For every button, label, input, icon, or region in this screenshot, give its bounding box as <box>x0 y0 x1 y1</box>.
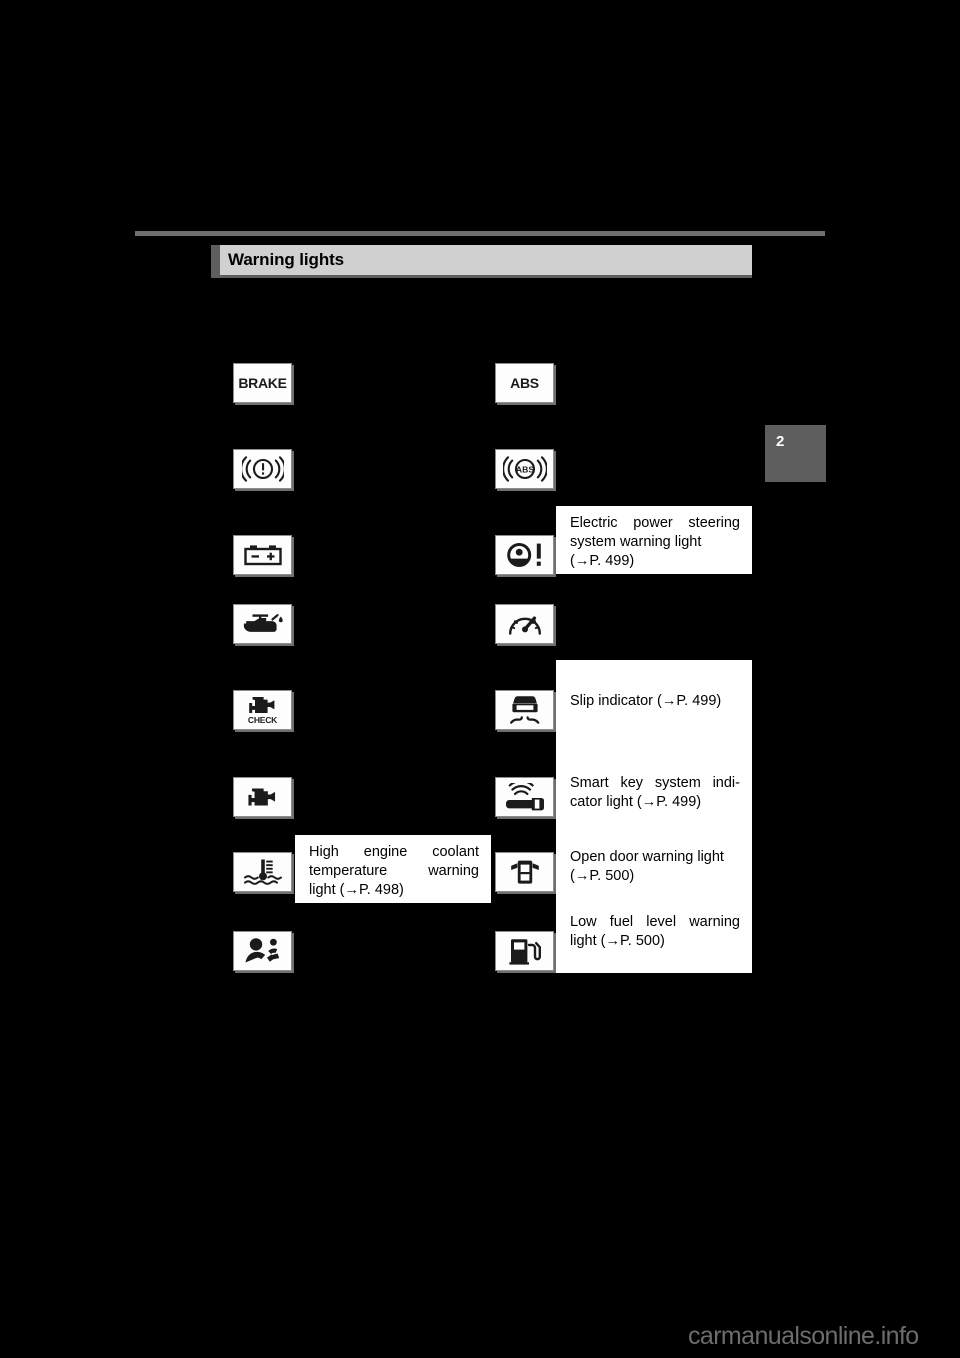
icon-low-fuel-level-warning-light <box>495 931 554 971</box>
lowfuel-line-2: light (→P. 500) <box>570 933 665 949</box>
abs-text-icon: ABS <box>510 375 539 391</box>
slip-line-1: Slip indicator (→P. 499) <box>570 693 722 709</box>
page-title: Warning lights <box>228 250 345 269</box>
icon-slip-indicator <box>495 690 554 730</box>
icon-open-door-warning-light <box>495 852 554 892</box>
icon-smart-key-system-indicator-light <box>495 777 554 817</box>
site-watermark: carmanualsonline.info <box>688 1322 919 1350</box>
airbag-occupant-icon <box>245 938 279 963</box>
eps-line-2: system warning light <box>570 534 702 550</box>
engine-block-icon <box>248 697 274 714</box>
header-rule <box>135 231 825 236</box>
icon-speedometer-warning-light <box>495 604 554 644</box>
icon-srs-airbag-warning-light <box>233 931 292 971</box>
coolant-thermometer-icon <box>243 859 282 885</box>
icon-abs-warning-light-symbol: ABS <box>495 449 554 489</box>
check-text-icon: CHECK <box>247 715 278 726</box>
icon-malfunction-indicator-lamp <box>233 777 292 817</box>
open-door-car-icon <box>510 860 539 884</box>
opendoor-line-1: Open door warning light <box>570 849 724 865</box>
brake-text-icon: BRAKE <box>238 375 287 391</box>
smart-key-icon <box>505 783 544 811</box>
icon-electric-power-steering-warning-light <box>495 535 554 575</box>
steering-wheel-exclamation-icon <box>506 543 541 567</box>
smartkey-line-2: cator light (→P. 499) <box>570 794 702 810</box>
icon-low-engine-oil-pressure-warning-light <box>233 604 292 644</box>
engine-block-icon <box>247 788 275 806</box>
eps-line-1: Electric power steering <box>570 515 740 531</box>
abs-circle-icon: ABS <box>502 456 547 482</box>
icon-charging-system-warning-light <box>233 535 292 575</box>
speedometer-icon <box>508 616 541 635</box>
caption-electric-power-steering: Electric power steering system warning l… <box>556 506 752 574</box>
caption-high-engine-coolant-temperature: High engine coolant temperature warning … <box>295 835 491 903</box>
manual-page: Warning lights 2 BRAKE CHECK ABS ABS Ele… <box>0 0 960 1358</box>
icon-brake-warning-light <box>233 449 292 489</box>
icon-engine-check-warning-light: CHECK <box>233 690 292 730</box>
svg-text:ABS: ABS <box>515 465 533 475</box>
battery-icon <box>243 545 282 566</box>
brake-circle-exclamation-icon <box>241 456 284 482</box>
icon-abs-warning-light-text: ABS <box>495 363 554 403</box>
opendoor-line-2: (→P. 500) <box>570 868 635 884</box>
smartkey-line-1: Smart key system indi- <box>570 775 740 791</box>
oil-can-icon <box>243 614 283 632</box>
lowfuel-line-1: Low fuel level warning <box>570 914 740 930</box>
chapter-tab: 2 <box>765 425 826 482</box>
icon-brake-system-warning-light: BRAKE <box>233 363 292 403</box>
section-title-bar: Warning lights <box>211 245 752 275</box>
coolant-line-3: light (→P. 498) <box>309 882 404 898</box>
chapter-number: 2 <box>776 433 785 450</box>
caption-group-box: Slip indicator (→P. 499) Smart key syste… <box>556 660 752 973</box>
fuel-pump-icon <box>508 939 541 965</box>
icon-high-engine-coolant-temperature-warning-light <box>233 852 292 892</box>
eps-line-3: (→P. 499) <box>570 553 635 569</box>
coolant-line-1: High engine coolant <box>309 844 479 860</box>
coolant-line-2: temperature warning <box>309 863 479 879</box>
car-skid-icon <box>509 696 539 724</box>
